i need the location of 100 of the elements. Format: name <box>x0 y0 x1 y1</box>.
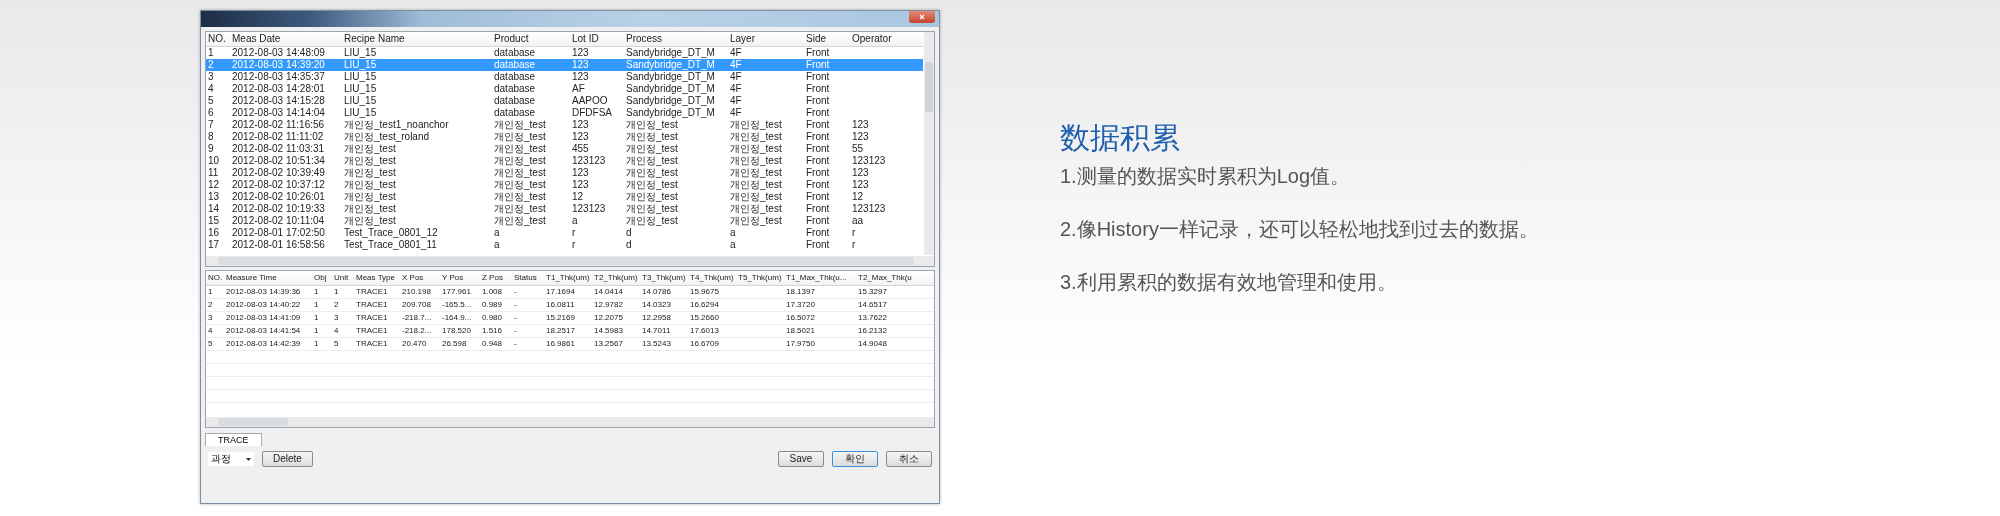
table-row[interactable]: 7 2012-08-02 11:16:56 개인정_test1_noanchor 개인정_test 123 개인정_test 개인정_test Front 123 <box>206 119 923 131</box>
column-header[interactable]: T2_Max_Thk(u <box>856 271 922 285</box>
table-cell-text: database <box>493 83 537 95</box>
table-row[interactable]: 13 2012-08-02 10:26:01 개인정_test 개인정_test 12 개인정_test 개인정_test Front 12 <box>206 191 923 203</box>
table-row[interactable]: 6 2012-08-03 14:14:04 LIU_15 database DFDFSA Sandybridge_DT_M 4F Front <box>206 107 923 119</box>
column-header[interactable]: Measure Time <box>224 271 312 285</box>
table-cell-text: 5 <box>207 95 215 107</box>
table-cell-text: 개인정_test <box>729 119 783 131</box>
table-cell-text: Front <box>805 239 831 251</box>
table-cell-text: a <box>729 239 737 251</box>
vertical-scrollbar[interactable] <box>924 32 934 255</box>
table-cell-text: 123123 <box>851 155 887 167</box>
close-button[interactable] <box>909 11 935 23</box>
dialog-button[interactable]: Save <box>778 451 824 467</box>
table-cell-text: 14.9048 <box>857 338 888 350</box>
table-cell-text: Sandybridge_DT_M <box>625 47 716 59</box>
table-row[interactable]: 11 2012-08-02 10:39:49 개인정_test 개인정_test 123 개인정_test 개인정_test Front 123 <box>206 167 923 179</box>
horizontal-scrollbar[interactable] <box>206 256 934 266</box>
column-header[interactable]: Status <box>512 271 544 285</box>
table-cell-text: 0.989 <box>481 299 504 311</box>
table-cell-text: 123 <box>851 167 870 179</box>
table-cell-text: 5 <box>207 338 214 350</box>
table-cell-text: Front <box>805 227 831 239</box>
table-row[interactable]: 17 2012-08-01 16:58:56 Test_Trace_0801_11 a r d a Front r <box>206 239 923 251</box>
table-cell-text: 16.0811 <box>545 299 576 311</box>
table-row[interactable]: 5 2012-08-03 14:15:28 LIU_15 database AAPOO Sandybridge_DT_M 4F Front <box>206 95 923 107</box>
table-cell-text: 4 <box>207 83 215 95</box>
table-cell-text: 개인정_test <box>343 167 397 179</box>
column-header[interactable]: Side <box>804 32 850 46</box>
dropdown[interactable]: 과정 <box>208 452 254 466</box>
horizontal-scrollbar[interactable] <box>206 417 934 427</box>
column-header[interactable]: T1_Thk(um) <box>544 271 592 285</box>
feature-title: 数据积累 <box>1060 120 1181 156</box>
table-cell-text: Front <box>805 119 831 131</box>
table-cell-text: 1.516 <box>481 325 504 337</box>
column-header[interactable]: Unit <box>332 271 354 285</box>
table-cell-text: 209.708 <box>401 299 432 311</box>
table-cell-text: 2012-08-02 11:16:56 <box>231 119 326 131</box>
table-cell-text: 개인정_test <box>343 215 397 227</box>
table-row[interactable]: 1 2012-08-03 14:48:09 LIU_15 database 123 Sandybridge_DT_M 4F Front <box>206 47 923 59</box>
table-cell-text: 14.0786 <box>641 286 672 298</box>
column-header[interactable]: Process <box>624 32 728 46</box>
column-header[interactable]: NO. <box>206 271 224 285</box>
table-row[interactable]: 14 2012-08-02 10:19:33 개인정_test 개인정_test 123123 개인정_test 개인정_test Front 123123 <box>206 203 923 215</box>
column-header[interactable]: T3_Thk(um) <box>640 271 688 285</box>
table-cell-text: - <box>513 338 518 350</box>
table-cell-text: 14.0323 <box>641 299 672 311</box>
table-cell-text: Front <box>805 215 831 227</box>
table-cell-text: 4F <box>729 107 743 119</box>
table-cell-text: 개인정_test <box>343 143 397 155</box>
table-cell-text: 개인정_test <box>625 191 679 203</box>
table-cell-text: 2012-08-02 10:26:01 <box>231 191 326 203</box>
table-row[interactable]: 15 2012-08-02 10:11:04 개인정_test 개인정_test a 개인정_test 개인정_test Front aa <box>206 215 923 227</box>
table-cell-text: LIU_15 <box>343 47 378 59</box>
table-cell-text: r <box>571 239 577 251</box>
column-header[interactable]: X Pos <box>400 271 440 285</box>
table-row[interactable]: 12 2012-08-02 10:37:12 개인정_test 개인정_test 123 개인정_test 개인정_test Front 123 <box>206 179 923 191</box>
column-header[interactable]: Product <box>492 32 570 46</box>
table-row[interactable]: 3 2012-08-03 14:35:37 LIU_15 database 123 Sandybridge_DT_M 4F Front <box>206 71 923 83</box>
table-cell-text: TRACE1 <box>355 312 389 324</box>
table-cell-text: 14.7011 <box>641 325 672 337</box>
column-header[interactable]: Z Pos <box>480 271 512 285</box>
delete-button[interactable]: Delete <box>262 451 313 467</box>
tab[interactable]: TRACE <box>205 433 262 446</box>
table-cell-text: database <box>493 71 537 83</box>
column-header[interactable]: T2_Thk(um) <box>592 271 640 285</box>
column-header[interactable]: Layer <box>728 32 804 46</box>
column-header[interactable]: Meas Date <box>230 32 342 46</box>
table-cell-text: 123123 <box>851 203 887 215</box>
dialog-button[interactable]: 취소 <box>886 451 932 467</box>
table-row[interactable]: 8 2012-08-02 11:11:02 개인정_test_roland 개인정_test 123 개인정_test 개인정_test Front 123 <box>206 131 923 143</box>
table-cell-text: 개인정_test <box>625 143 679 155</box>
table-cell-text: 123 <box>571 47 590 59</box>
table-cell-text: 123 <box>571 131 590 143</box>
table-cell-text: Front <box>805 155 831 167</box>
table-cell-text: database <box>493 59 537 71</box>
table-cell-text: 123 <box>851 131 870 143</box>
column-header[interactable]: Meas Type <box>354 271 400 285</box>
table-row[interactable]: 4 2012-08-03 14:28:01 LIU_15 database AF Sandybridge_DT_M 4F Front <box>206 83 923 95</box>
table-cell-text: 11 <box>207 167 220 179</box>
column-header[interactable]: Lot ID <box>570 32 624 46</box>
table-row[interactable]: 16 2012-08-01 17:02:50 Test_Trace_0801_12 a r d a Front r <box>206 227 923 239</box>
table-cell-text: 13.5243 <box>641 338 672 350</box>
table-cell-text: 12.2075 <box>593 312 624 324</box>
column-header[interactable]: T5_Thk(um) <box>736 271 784 285</box>
column-header[interactable]: Recipe Name <box>342 32 492 46</box>
table-row[interactable]: 9 2012-08-02 11:03:31 개인정_test 개인정_test 455 개인정_test 개인정_test Front 55 <box>206 143 923 155</box>
column-header[interactable]: T1_Max_Thk(u... <box>784 271 856 285</box>
table-cell-text: 개인정_test <box>729 191 783 203</box>
dialog-button[interactable]: 확인 <box>832 451 878 467</box>
column-header[interactable]: NO. <box>206 32 230 46</box>
table-cell-text: -218.2... <box>401 325 433 337</box>
column-header[interactable]: T4_Thk(um) <box>688 271 736 285</box>
column-header[interactable]: Obj <box>312 271 332 285</box>
table-cell-text: - <box>513 286 518 298</box>
caret-icon <box>246 457 251 461</box>
column-header[interactable]: Y Pos <box>440 271 480 285</box>
table-cell-text: r <box>851 227 857 239</box>
table-row[interactable]: 10 2012-08-02 10:51:34 개인정_test 개인정_test 123123 개인정_test 개인정_test Front 123123 <box>206 155 923 167</box>
column-header[interactable]: Operator <box>850 32 910 46</box>
